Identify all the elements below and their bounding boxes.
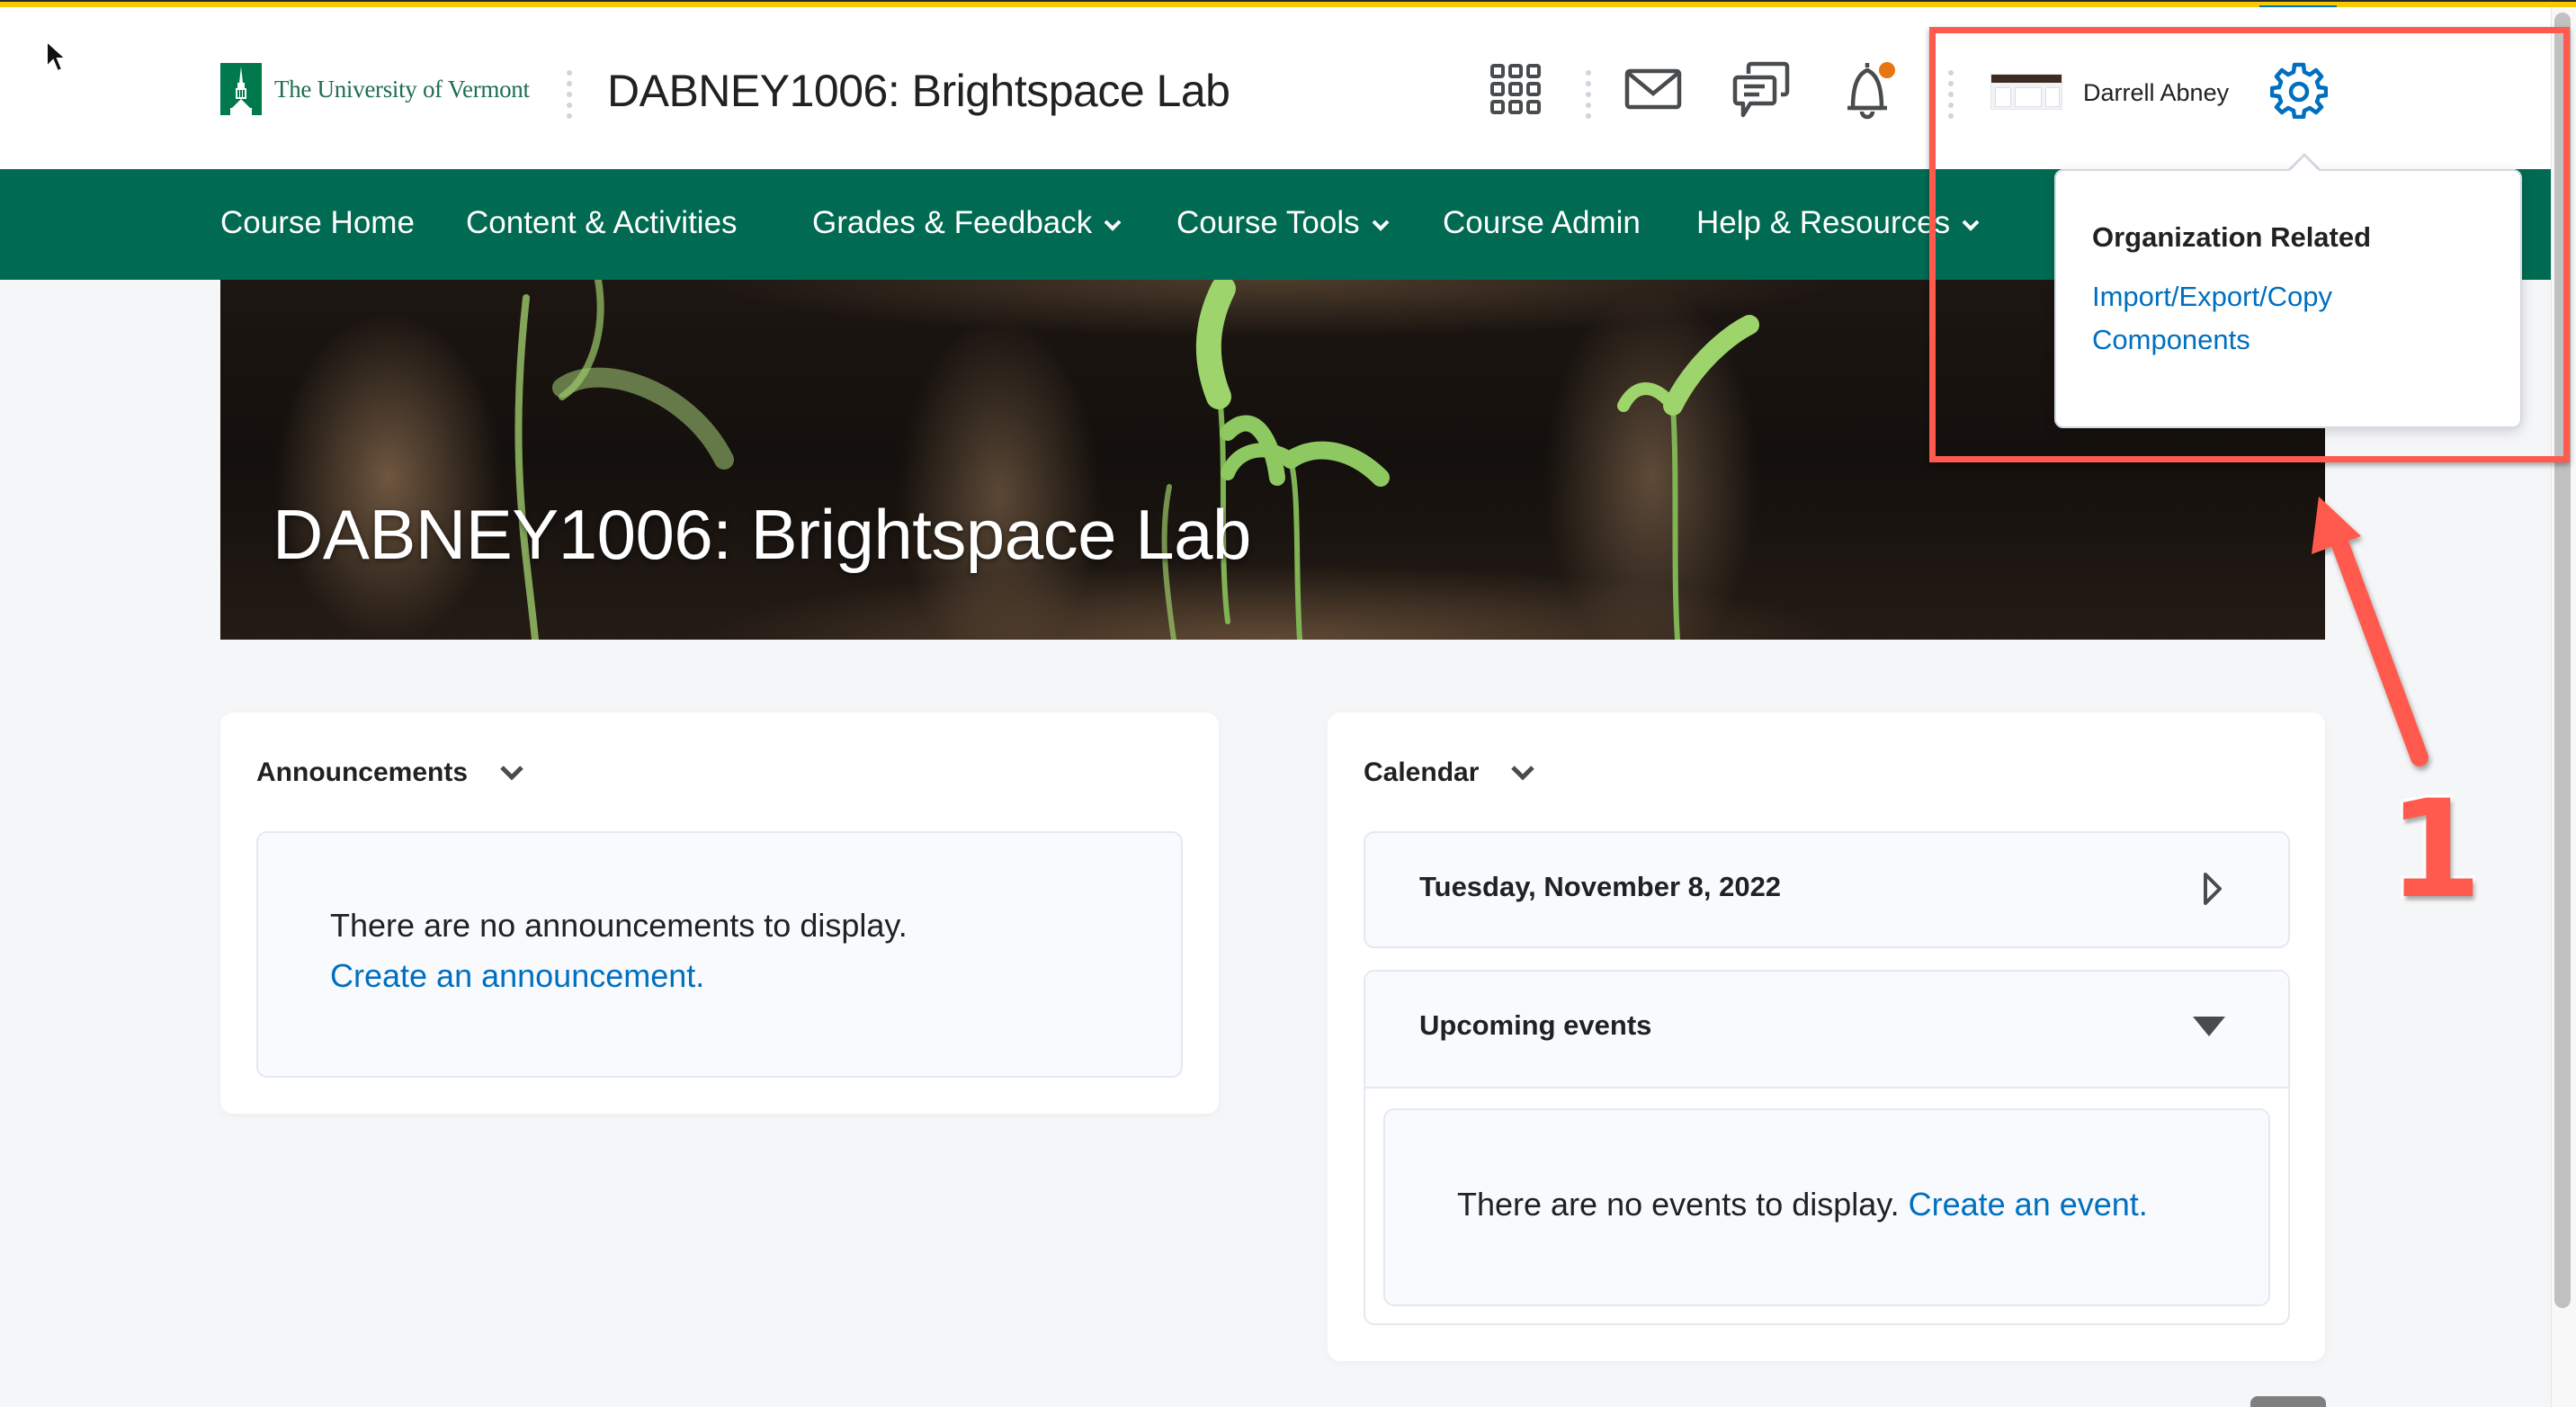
chevron-down-icon (1372, 220, 1390, 231)
annotation-highlight-box (1929, 27, 2570, 462)
upcoming-events-title: Upcoming events (1419, 1009, 1652, 1041)
banner-title: DABNEY1006: Brightspace Lab (273, 495, 1251, 574)
waffle-grid-icon[interactable] (1489, 63, 1542, 115)
nav-label: Course Tools (1176, 205, 1360, 240)
calendar-title: Calendar (1364, 757, 1480, 787)
annotation-step-number: 1 (2385, 769, 2484, 931)
announcements-header[interactable]: Announcements (256, 757, 525, 788)
chevron-down-icon[interactable] (498, 764, 525, 782)
create-event-link[interactable]: Create an event. (1909, 1186, 2148, 1223)
caret-down-icon[interactable] (2191, 1015, 2227, 1038)
horizontal-scroll-handle[interactable] (2250, 1396, 2326, 1407)
nav-label: Help & Resources (1696, 205, 1951, 240)
mail-icon[interactable] (1624, 68, 1682, 110)
calendar-date-row[interactable]: Tuesday, November 8, 2022 (1364, 831, 2290, 948)
nav-label: Course Home (220, 205, 415, 240)
create-announcement-link[interactable]: Create an announcement. (330, 957, 704, 995)
header-divider (1586, 70, 1591, 119)
nav-content-activities[interactable]: Content & Activities (466, 205, 738, 241)
header-divider (567, 70, 572, 119)
logo-text: The University of Vermont (274, 75, 530, 103)
announcements-widget: Announcements There are no announcements… (220, 712, 1219, 1114)
tower-logo-icon (220, 63, 262, 115)
events-empty-line: There are no events to display. Create a… (1457, 1186, 2148, 1223)
announcements-title: Announcements (256, 757, 469, 787)
nav-course-home[interactable]: Course Home (220, 205, 415, 241)
nav-course-tools[interactable]: Course Tools (1176, 205, 1391, 241)
nav-label: Course Admin (1443, 205, 1641, 240)
chevron-down-icon (1104, 220, 1122, 231)
top-accent-strip (0, 0, 2576, 7)
calendar-widget: Calendar Tuesday, November 8, 2022 Upcom… (1328, 712, 2325, 1361)
calendar-header[interactable]: Calendar (1364, 757, 1536, 788)
events-empty-box: There are no events to display. Create a… (1383, 1108, 2270, 1306)
mouse-cursor-icon (46, 40, 68, 73)
bell-icon[interactable] (1840, 58, 1898, 122)
upcoming-events-panel: Upcoming events There are no events to d… (1364, 970, 2290, 1325)
chat-icon[interactable] (1732, 61, 1790, 121)
nav-grades-feedback[interactable]: Grades & Feedback (812, 205, 1123, 241)
chevron-right-outline-icon[interactable] (2202, 871, 2223, 907)
upcoming-events-header[interactable]: Upcoming events (1365, 972, 2288, 1089)
course-title[interactable]: DABNEY1006: Brightspace Lab (607, 65, 1230, 117)
nav-course-admin[interactable]: Course Admin (1443, 205, 1641, 241)
nav-label: Grades & Feedback (812, 205, 1093, 240)
announcements-empty-message: There are no announcements to display. (330, 907, 908, 944)
announcements-empty-box: There are no announcements to display. C… (256, 831, 1183, 1078)
calendar-date: Tuesday, November 8, 2022 (1419, 871, 1782, 902)
events-empty-message: There are no events to display. (1457, 1186, 1900, 1223)
notification-dot (1879, 62, 1895, 78)
university-logo[interactable]: The University of Vermont (220, 63, 530, 115)
nav-label: Content & Activities (466, 205, 738, 240)
chevron-down-icon[interactable] (1509, 764, 1536, 782)
